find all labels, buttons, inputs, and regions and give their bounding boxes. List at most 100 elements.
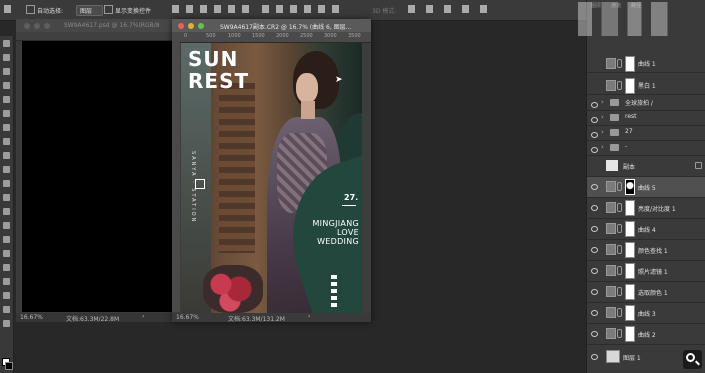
visibility-eye-icon[interactable] xyxy=(591,226,598,232)
distribute-top-icon[interactable] xyxy=(262,5,269,13)
align-bottom-icon[interactable] xyxy=(200,5,207,13)
layer-mask-thumbnail[interactable] xyxy=(625,221,635,237)
lock-icon[interactable] xyxy=(695,162,702,169)
document-tab-front[interactable]: SW9A4617副本.CR2 @ 16.7% (曲线 6, 图层... xyxy=(172,19,371,32)
layer-mask-thumbnail[interactable] xyxy=(625,242,635,258)
layer-name[interactable]: 颜色查找 1 xyxy=(638,246,668,255)
link-icon[interactable] xyxy=(617,266,622,275)
3d-roll-icon[interactable] xyxy=(426,5,433,13)
status-arrow-icon[interactable]: › xyxy=(142,313,144,320)
minimize-window-icon[interactable] xyxy=(188,23,194,29)
zoom-level[interactable]: 16.67% xyxy=(20,314,43,321)
auto-select-option[interactable]: 自动选择: xyxy=(26,5,63,15)
layer-row[interactable]: 副本 xyxy=(587,156,705,177)
layer-mask-thumbnail[interactable] xyxy=(625,326,635,342)
visibility-eye-icon[interactable] xyxy=(591,184,598,190)
layer-name[interactable]: 亮度/对比度 1 xyxy=(638,204,676,213)
layer-row[interactable]: 曲线 1 xyxy=(587,54,705,73)
move-tool-icon[interactable] xyxy=(3,40,10,47)
layer-thumbnail[interactable] xyxy=(606,160,618,171)
layer-name[interactable]: - xyxy=(625,143,627,150)
expand-arrow-icon[interactable]: › xyxy=(601,98,604,106)
layer-name[interactable]: 曲线 5 xyxy=(638,183,656,192)
distribute-bottom-icon[interactable] xyxy=(290,5,297,13)
layer-name[interactable]: rest xyxy=(625,113,637,120)
align-left-icon[interactable] xyxy=(214,5,221,13)
layer-name[interactable]: 曲线 2 xyxy=(638,330,656,339)
visibility-eye-icon[interactable] xyxy=(591,354,598,360)
auto-select-checkbox[interactable] xyxy=(26,5,35,14)
link-icon[interactable] xyxy=(617,287,622,296)
3d-drag-icon[interactable] xyxy=(444,5,451,13)
layer-mask-thumbnail[interactable] xyxy=(625,200,635,216)
visibility-eye-icon[interactable] xyxy=(591,247,598,253)
document-tab-back[interactable]: SW9A4617.psd @ 16.7%(RGB/8 xyxy=(16,19,182,32)
layer-name[interactable]: 曲线 3 xyxy=(638,309,656,318)
blur-tool-icon[interactable] xyxy=(3,208,10,215)
canvas-photo[interactable]: SUN REST SANYA · STATION 27. MINGJIANG L… xyxy=(181,43,362,313)
link-icon[interactable] xyxy=(617,81,622,90)
visibility-eye-icon[interactable] xyxy=(591,289,598,295)
shape-tool-icon[interactable] xyxy=(3,278,10,285)
dodge-tool-icon[interactable] xyxy=(3,222,10,229)
zoom-window-icon[interactable] xyxy=(44,23,50,29)
history-brush-icon[interactable] xyxy=(3,166,10,173)
expand-arrow-icon[interactable]: › xyxy=(601,128,604,136)
zoom-tool-icon[interactable] xyxy=(3,306,10,313)
layer-mask-thumbnail[interactable] xyxy=(625,56,635,72)
expand-arrow-icon[interactable]: › xyxy=(601,113,604,121)
visibility-eye-icon[interactable] xyxy=(591,331,598,337)
gradient-tool-icon[interactable] xyxy=(3,194,10,201)
lasso-tool-icon[interactable] xyxy=(3,68,10,75)
layer-row[interactable]: 曲线 2 xyxy=(587,324,705,345)
visibility-eye-icon[interactable] xyxy=(591,205,598,211)
layer-row[interactable]: 曲线 4 xyxy=(587,219,705,240)
path-select-icon[interactable] xyxy=(3,264,10,271)
brush-tool-icon[interactable] xyxy=(3,138,10,145)
move-tool-icon[interactable] xyxy=(4,5,11,13)
layer-row[interactable]: › 全球旅拍 / xyxy=(587,96,705,111)
3d-slide-icon[interactable] xyxy=(462,5,469,13)
healing-brush-icon[interactable] xyxy=(3,124,10,131)
link-icon[interactable] xyxy=(617,308,622,317)
3d-scale-icon[interactable] xyxy=(480,5,487,13)
layer-mask-thumbnail[interactable] xyxy=(625,263,635,279)
visibility-eye-icon[interactable] xyxy=(591,117,598,123)
layer-name[interactable]: 曲线 1 xyxy=(638,59,656,68)
minimize-window-icon[interactable] xyxy=(34,23,40,29)
layer-row[interactable]: › rest xyxy=(587,111,705,126)
visibility-eye-icon[interactable] xyxy=(591,102,598,108)
align-hcenter-icon[interactable] xyxy=(228,5,235,13)
layer-name[interactable]: 照片滤镜 1 xyxy=(638,267,668,276)
zoom-window-icon[interactable] xyxy=(198,23,204,29)
clone-stamp-icon[interactable] xyxy=(3,152,10,159)
link-icon[interactable] xyxy=(617,329,622,338)
layer-name[interactable]: 27 xyxy=(625,128,633,135)
search-icon[interactable] xyxy=(683,350,702,369)
eraser-tool-icon[interactable] xyxy=(3,180,10,187)
zoom-level[interactable]: 16.67% xyxy=(176,314,199,321)
layer-name[interactable]: 图层 1 xyxy=(623,353,641,362)
background-color-swatch[interactable] xyxy=(5,362,13,370)
eyedropper-tool-icon[interactable] xyxy=(3,110,10,117)
layer-mask-thumbnail[interactable] xyxy=(625,78,635,94)
distribute-hcenter-icon[interactable] xyxy=(318,5,325,13)
type-tool-icon[interactable] xyxy=(3,250,10,257)
distribute-right-icon[interactable] xyxy=(332,5,339,13)
document-window-front[interactable]: SW9A4617副本.CR2 @ 16.7% (曲线 6, 图层... 0 50… xyxy=(172,19,371,323)
layer-thumbnail[interactable] xyxy=(606,350,620,363)
layer-name[interactable]: 全球旅拍 / xyxy=(625,98,653,107)
link-icon[interactable] xyxy=(617,203,622,212)
layer-row[interactable]: 黑白 1 xyxy=(587,76,705,95)
show-transform-checkbox[interactable] xyxy=(104,5,113,14)
expand-arrow-icon[interactable]: › xyxy=(601,143,604,151)
link-icon[interactable] xyxy=(617,59,622,68)
link-icon[interactable] xyxy=(617,245,622,254)
layer-row-selected[interactable]: 曲线 5 xyxy=(587,177,705,198)
layer-row[interactable]: › - xyxy=(587,141,705,156)
layer-name[interactable]: 选取颜色 1 xyxy=(638,288,668,297)
align-vcenter-icon[interactable] xyxy=(186,5,193,13)
marquee-tool-icon[interactable] xyxy=(3,54,10,61)
crop-tool-icon[interactable] xyxy=(3,96,10,103)
layer-row[interactable]: 曲线 3 xyxy=(587,303,705,324)
